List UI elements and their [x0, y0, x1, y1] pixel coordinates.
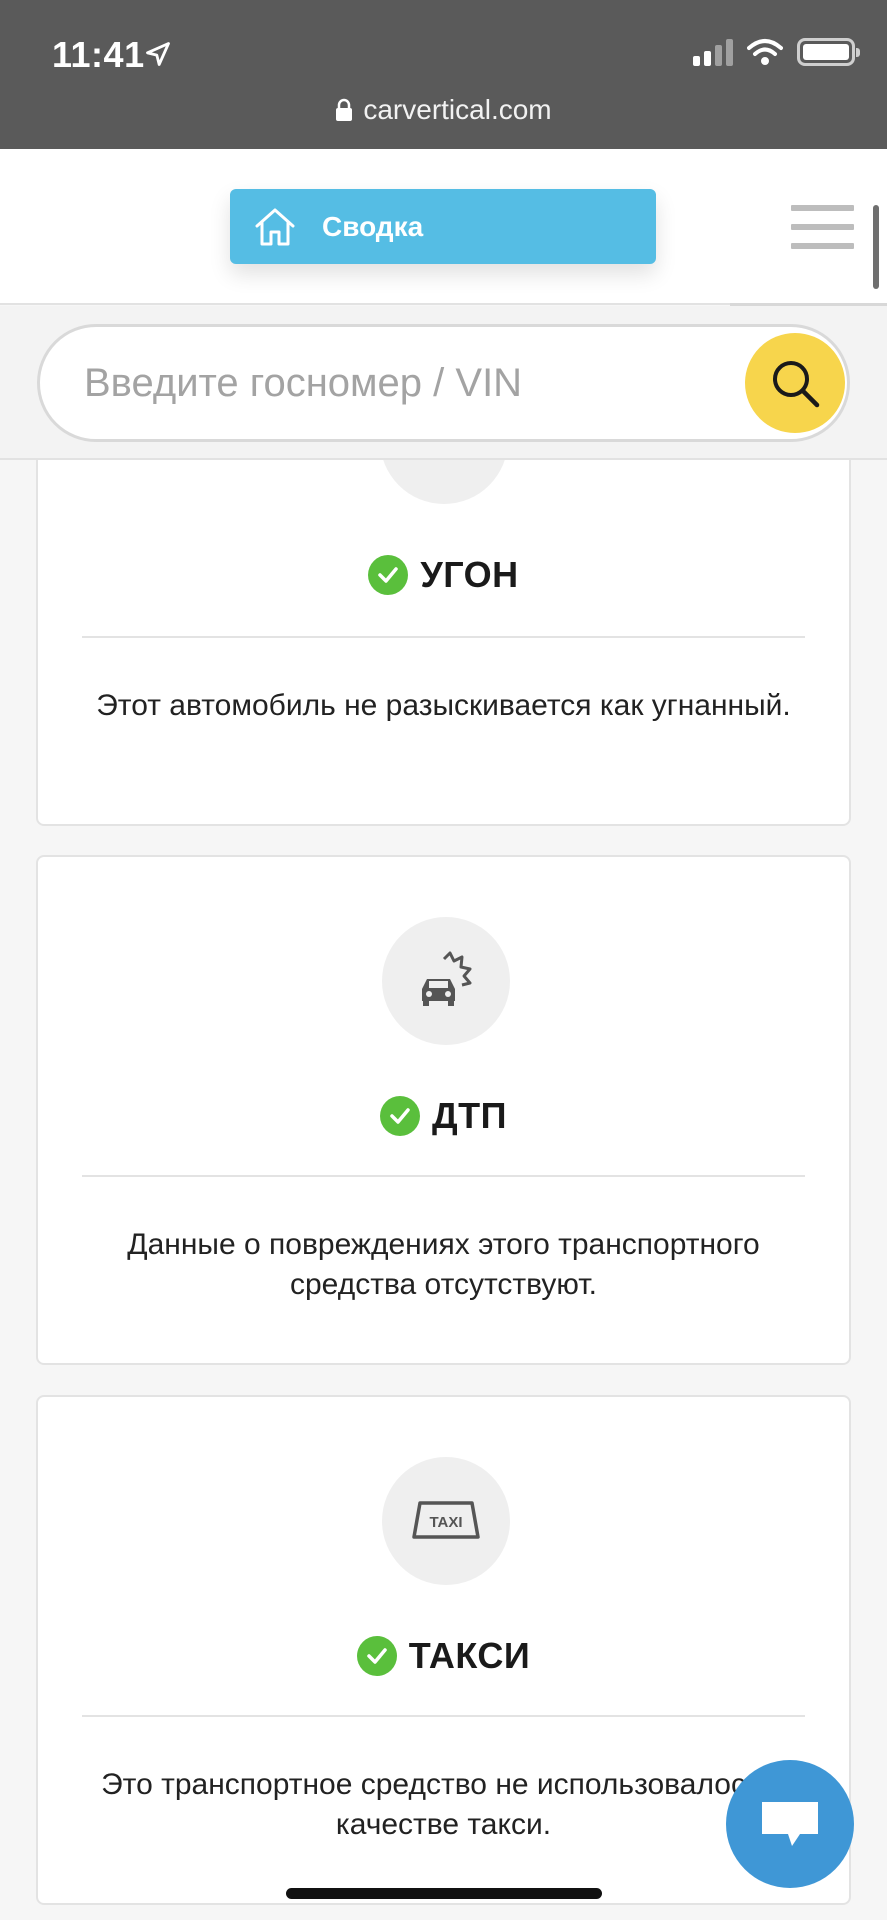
card-title-text: ТАКСИ — [408, 1635, 531, 1676]
location-arrow-icon — [146, 42, 170, 66]
taxi-icon-circle: TAXI — [382, 1457, 510, 1585]
card-title: ТАКСИ — [38, 1635, 849, 1677]
url-text: carvertical.com — [363, 94, 552, 125]
card-title: ДТП — [38, 1095, 849, 1137]
battery-icon — [797, 38, 860, 66]
card-text: Данные о повреждениях этого транспортног… — [127, 1228, 760, 1301]
summary-button[interactable]: Сводка — [230, 189, 656, 264]
lock-icon — [336, 98, 353, 121]
site-header: Сводка — [0, 149, 887, 306]
chat-icon — [762, 1802, 818, 1846]
taxi-icon: TAXI — [412, 1501, 480, 1539]
check-icon — [368, 555, 409, 595]
card-divider — [82, 1175, 805, 1177]
home-icon — [255, 208, 295, 245]
card-text: Это транспортное средство не использовал… — [101, 1768, 786, 1841]
card-text: Этот автомобиль не разыскивается как угн… — [96, 689, 791, 722]
card-divider — [82, 1715, 805, 1717]
status-bar: 11:41 carvertical.com — [0, 0, 887, 149]
summary-label: Сводка — [322, 210, 424, 242]
address-bar[interactable]: carvertical.com — [0, 94, 887, 126]
car-crash-icon — [422, 951, 472, 1006]
scrollbar[interactable] — [873, 205, 879, 289]
wifi-icon — [747, 39, 783, 65]
check-icon — [379, 1096, 420, 1136]
menu-icon[interactable] — [791, 205, 854, 249]
accident-card: ДТП Данные о повреждениях этого транспор… — [36, 855, 851, 1365]
card-divider — [82, 636, 805, 638]
card-title-text: УГОН — [420, 554, 519, 595]
home-indicator — [286, 1888, 602, 1899]
search-icon — [773, 361, 820, 408]
check-icon — [356, 1636, 397, 1676]
car-crash-icon-circle — [382, 917, 510, 1045]
search-input[interactable] — [84, 355, 724, 411]
card-title-text: ДТП — [431, 1095, 507, 1136]
svg-text:TAXI: TAXI — [429, 1514, 462, 1531]
status-icons — [693, 38, 860, 66]
cellular-signal-icon — [693, 38, 733, 66]
header-divider — [730, 303, 887, 306]
search-field[interactable] — [37, 324, 850, 442]
chat-button[interactable] — [726, 1760, 854, 1888]
card-title: УГОН — [38, 554, 849, 596]
search-button[interactable] — [745, 333, 845, 433]
search-bar — [0, 306, 887, 460]
status-time: 11:41 — [52, 34, 145, 75]
